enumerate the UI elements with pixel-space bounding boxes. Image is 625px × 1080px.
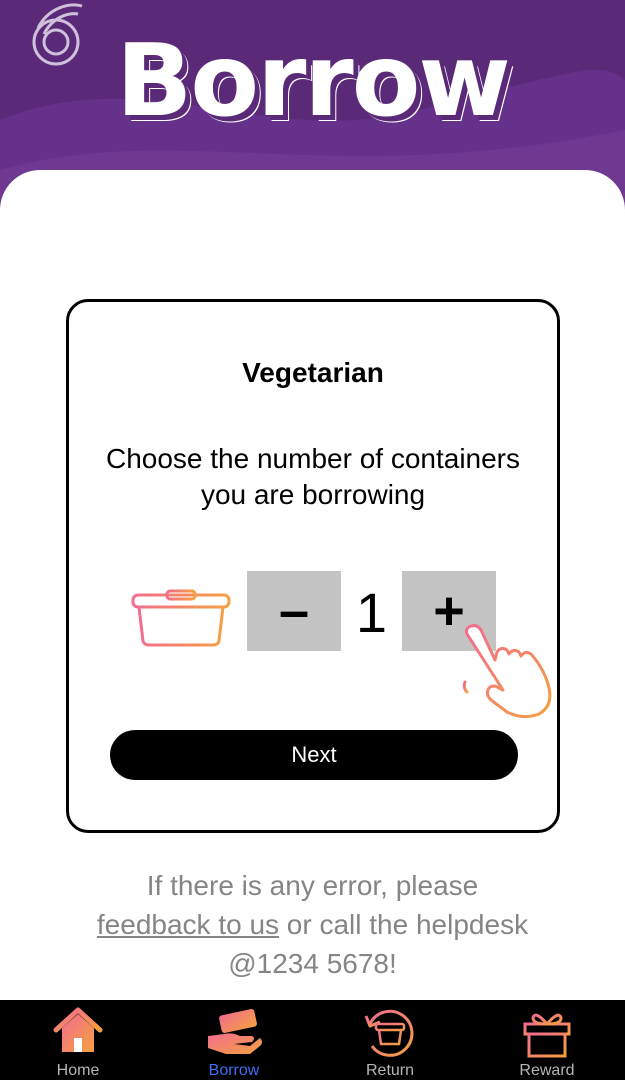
help-text: If there is any error, please feedback t… bbox=[30, 866, 595, 983]
card-title: Vegetarian bbox=[242, 357, 384, 388]
tab-label-home: Home bbox=[56, 1062, 100, 1079]
header-curve bbox=[0, 170, 625, 215]
page-title: Borrow bbox=[116, 22, 511, 139]
pointing-hand-icon bbox=[462, 624, 552, 719]
tab-label-borrow: Borrow bbox=[208, 1062, 260, 1079]
tab-label-reward: Reward bbox=[519, 1062, 575, 1079]
card-instruction: Choose the number of containers you are … bbox=[79, 441, 547, 513]
tab-home[interactable]: Home bbox=[0, 1000, 156, 1080]
bottom-tab-bar: Home Borrow Return Reward bbox=[0, 1000, 625, 1080]
header: Borrow bbox=[0, 0, 625, 215]
borrow-icon bbox=[208, 1009, 262, 1054]
reward-icon bbox=[523, 1013, 571, 1058]
decrement-button[interactable]: – bbox=[247, 571, 341, 651]
container-icon bbox=[131, 589, 231, 647]
feedback-link[interactable]: feedback to us bbox=[97, 909, 279, 940]
help-line-2: or call the helpdesk bbox=[279, 909, 529, 940]
tab-label-return: Return bbox=[365, 1062, 415, 1079]
help-line-1: If there is any error, please bbox=[146, 870, 479, 901]
tab-return[interactable]: Return bbox=[312, 1000, 468, 1080]
home-icon bbox=[53, 1007, 103, 1052]
instruction-line-1: Choose the number of containers bbox=[105, 443, 521, 474]
tab-reward[interactable]: Reward bbox=[469, 1000, 625, 1080]
return-icon bbox=[364, 1009, 414, 1057]
minus-icon: – bbox=[278, 581, 310, 641]
quantity-card: Vegetarian Choose the number of containe… bbox=[66, 299, 560, 833]
next-button[interactable]: Next bbox=[110, 730, 518, 780]
help-phone: @1234 5678! bbox=[228, 948, 397, 979]
quantity-value: 1 bbox=[355, 581, 388, 644]
tab-borrow[interactable]: Borrow bbox=[156, 1000, 312, 1080]
instruction-line-2: you are borrowing bbox=[200, 479, 426, 510]
